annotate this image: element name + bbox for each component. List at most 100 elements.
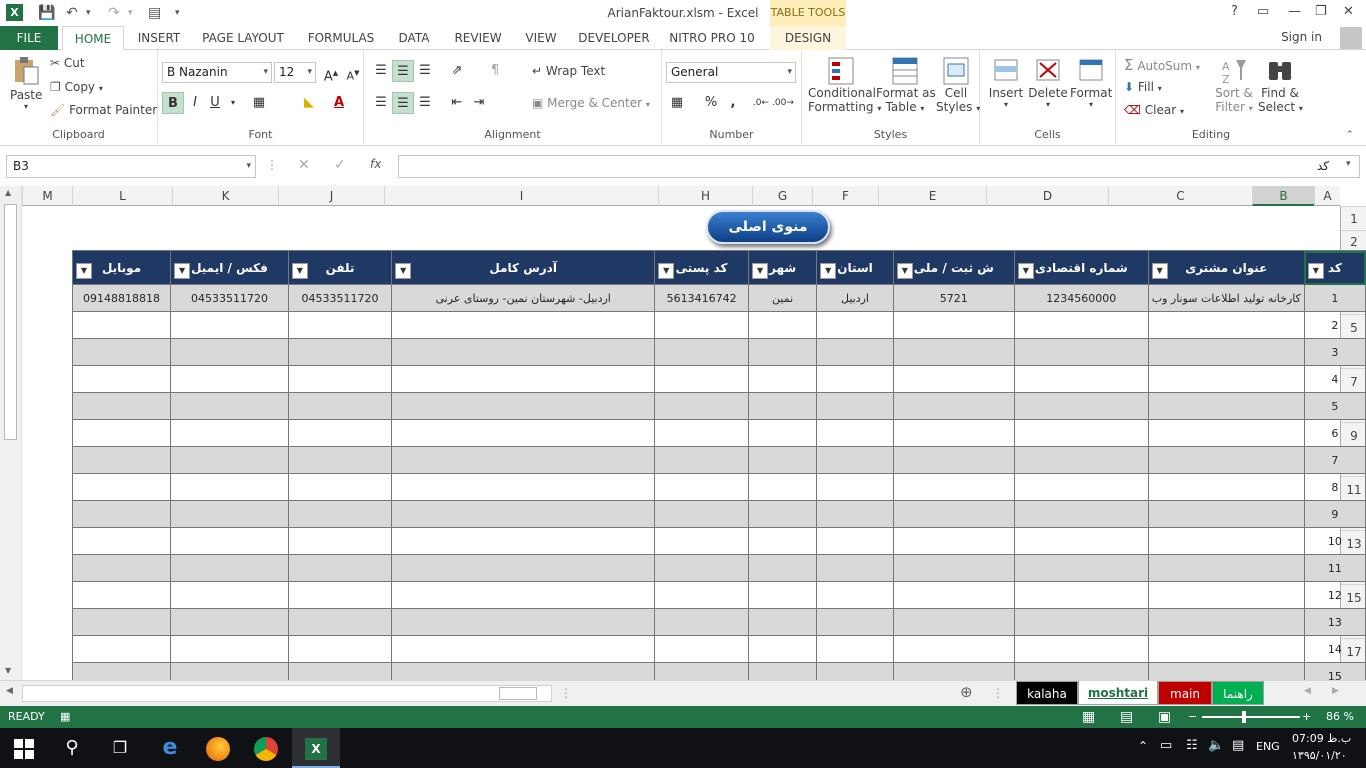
column-header[interactable]: I [384, 186, 658, 206]
tab-review[interactable]: REVIEW [448, 26, 508, 50]
table-cell[interactable] [748, 662, 818, 680]
table-cell[interactable] [748, 554, 818, 582]
scroll-left-icon[interactable]: ◀ [6, 686, 13, 696]
find-select-button[interactable]: Find & Select ▾ [1258, 56, 1303, 114]
macro-record-icon[interactable]: ▦ [60, 706, 70, 728]
table-cell[interactable] [892, 311, 1015, 339]
network-icon[interactable]: ☷ [1186, 738, 1198, 753]
table-cell[interactable] [287, 311, 393, 339]
table-cell[interactable] [654, 635, 750, 663]
table-cell-code[interactable]: 15 [1303, 662, 1366, 680]
table-cell[interactable] [816, 392, 894, 420]
column-header[interactable]: A [1314, 186, 1340, 206]
underline-dropdown-icon[interactable]: ▾ [222, 92, 244, 114]
format-as-table-button[interactable]: Format as Table ▾ [876, 56, 936, 114]
increase-font-icon[interactable]: A▲ [320, 62, 342, 84]
table-cell[interactable] [287, 527, 393, 555]
table-cell[interactable] [748, 527, 818, 555]
decrease-indent-icon[interactable]: ⇤ [446, 92, 468, 114]
column-header[interactable]: M [22, 186, 72, 206]
row-header[interactable]: 1 [1341, 206, 1366, 230]
table-cell[interactable] [654, 311, 750, 339]
cut-button[interactable]: ✂ Cut [50, 56, 85, 70]
table-cell[interactable] [748, 392, 818, 420]
table-cell[interactable] [287, 635, 393, 663]
table-cell[interactable] [287, 446, 393, 474]
table-cell[interactable] [892, 473, 1015, 501]
table-cell[interactable] [892, 365, 1015, 393]
chrome-icon[interactable] [242, 728, 290, 768]
row-header[interactable]: 2 [1341, 230, 1366, 252]
table-cell[interactable] [1013, 311, 1149, 339]
table-cell[interactable] [71, 662, 172, 680]
zoom-in-icon[interactable]: + [1302, 706, 1311, 728]
table-cell[interactable] [654, 554, 750, 582]
table-cell[interactable] [391, 554, 656, 582]
table-header-cell[interactable]: ▼ موبایل [71, 250, 172, 285]
table-cell[interactable]: 1234560000 [1013, 284, 1149, 312]
comma-button[interactable]: , [722, 92, 744, 114]
table-header-cell[interactable]: ▼ فکس / ایمیل [170, 250, 289, 285]
table-cell[interactable] [391, 392, 656, 420]
table-cell[interactable] [654, 392, 750, 420]
table-cell[interactable] [816, 608, 894, 636]
column-header[interactable]: C [1108, 186, 1252, 206]
filter-dropdown-icon[interactable]: ▼ [174, 263, 191, 279]
table-cell[interactable] [287, 419, 393, 447]
font-name-combo[interactable]: B Nazanin ▾ [162, 62, 272, 83]
filter-dropdown-icon[interactable]: ▼ [1307, 263, 1324, 279]
sheet-tab-main[interactable]: main [1158, 681, 1212, 705]
table-cell[interactable] [287, 500, 393, 528]
table-cell[interactable] [1147, 473, 1305, 501]
table-cell[interactable] [892, 581, 1015, 609]
orientation-icon[interactable]: ⇗ [446, 60, 468, 82]
worksheet[interactable]: ▲ ▼ M L K J I H G F E D C B A 1 2 3 4 5 … [0, 186, 1366, 680]
search-icon[interactable]: ⚲ [48, 728, 96, 768]
table-cell[interactable] [654, 662, 750, 680]
tab-insert[interactable]: INSERT [134, 26, 184, 50]
borders-icon[interactable]: ▦ [248, 92, 270, 114]
page-break-view-icon[interactable]: ▣ [1158, 706, 1171, 728]
table-cell[interactable] [71, 608, 172, 636]
table-cell[interactable] [170, 446, 289, 474]
filter-dropdown-icon[interactable]: ▼ [820, 263, 837, 279]
horizontal-scrollbar[interactable] [22, 685, 552, 702]
table-cell[interactable]: 09148818818 [71, 284, 172, 312]
restore-icon[interactable]: ❐ [1315, 4, 1327, 19]
column-header[interactable]: H [658, 186, 752, 206]
confirm-entry-icon[interactable]: ✓ [334, 157, 346, 173]
table-cell[interactable] [1147, 554, 1305, 582]
table-header-cell[interactable]: ▼ شماره اقتصادی [1013, 250, 1149, 285]
column-header-selected[interactable]: B [1252, 186, 1314, 206]
table-cell[interactable] [892, 419, 1015, 447]
table-cell[interactable] [71, 311, 172, 339]
collapse-ribbon-icon[interactable]: ⌃ [1346, 130, 1354, 140]
table-cell[interactable] [391, 581, 656, 609]
firefox-icon[interactable] [194, 728, 242, 768]
table-cell[interactable] [170, 608, 289, 636]
table-cell[interactable] [654, 365, 750, 393]
format-painter-button[interactable]: 🖌 Format Painter [50, 103, 157, 117]
clock-date[interactable]: ۱۳۹۵/۰۱/۲۰ [1292, 749, 1347, 762]
merge-center-button[interactable]: ▣ Merge & Center ▾ [532, 96, 650, 110]
italic-button[interactable]: I [184, 92, 206, 114]
table-cell[interactable] [170, 419, 289, 447]
table-cell[interactable] [892, 446, 1015, 474]
table-cell[interactable] [287, 662, 393, 680]
table-cell[interactable] [391, 365, 656, 393]
sort-filter-button[interactable]: AZ Sort & Filter ▾ [1212, 56, 1256, 114]
table-cell[interactable] [892, 527, 1015, 555]
previous-sheet-icon[interactable]: ◀ [1304, 686, 1311, 696]
table-cell[interactable] [287, 338, 393, 366]
column-header[interactable]: F [812, 186, 878, 206]
table-cell[interactable] [170, 338, 289, 366]
sheet-tab-help[interactable]: راهنما [1212, 681, 1264, 705]
table-cell[interactable] [170, 473, 289, 501]
table-cell[interactable] [1147, 527, 1305, 555]
table-cell[interactable]: 04533511720 [170, 284, 289, 312]
table-cell[interactable] [71, 446, 172, 474]
table-cell[interactable] [1013, 446, 1149, 474]
delete-cells-button[interactable]: Delete ▾ [1028, 56, 1068, 109]
volume-icon[interactable]: 🔈 [1208, 738, 1224, 753]
table-cell[interactable] [892, 500, 1015, 528]
